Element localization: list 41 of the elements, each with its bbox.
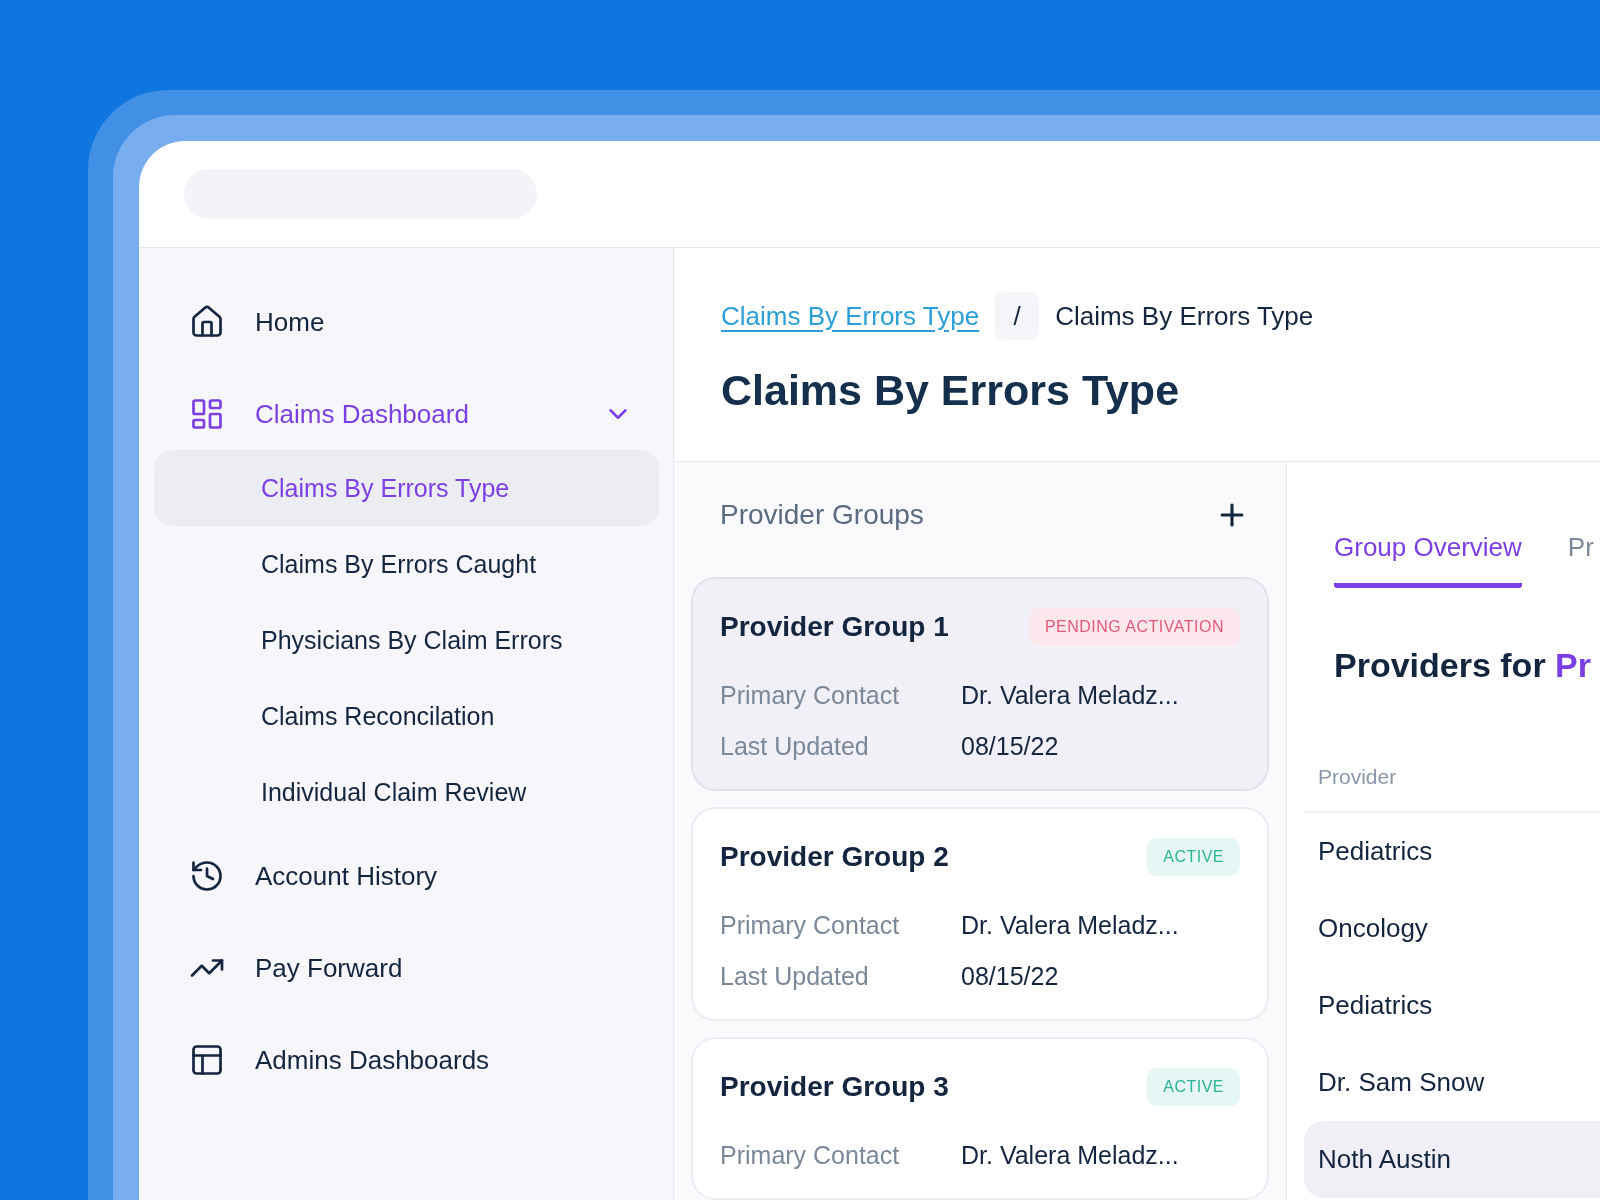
breadcrumb-separator: /: [995, 292, 1040, 340]
sidebar-subitem[interactable]: Claims By Errors Caught: [154, 526, 659, 602]
card-title: Provider Group 1: [720, 611, 949, 643]
provider-group-card[interactable]: Provider Group 2 ACTIVE Primary Contact Dr. Valera Meladz... Last Updated 08/15/22: [691, 807, 1269, 1021]
field-value: Dr. Valera Meladz...: [961, 681, 1180, 710]
home-icon: [189, 304, 225, 340]
field-label: Primary Contact: [720, 681, 901, 710]
field-value: 08/15/22: [961, 732, 1060, 761]
sidebar-subitem[interactable]: Physicians By Claim Errors: [154, 602, 659, 678]
tab[interactable]: Group Overview: [1334, 532, 1522, 588]
field-label: Primary Contact: [720, 1141, 901, 1170]
sidebar-item[interactable]: Home: [139, 276, 673, 368]
breadcrumb-current: Claims By Errors Type: [1055, 300, 1314, 332]
status-badge: PENDING ACTIVATION: [1028, 608, 1240, 646]
sidebar-subitem[interactable]: Claims By Errors Type: [154, 450, 659, 526]
dashboard-icon: [189, 396, 225, 432]
section-heading: Providers for Pr: [1334, 646, 1592, 685]
field-label: Last Updated: [720, 962, 870, 991]
provider-group-card[interactable]: Provider Group 1 PENDING ACTIVATION Primary Contact Dr. Valera Meladz... Last Updated 08/15/22: [691, 577, 1269, 791]
column-header: Provider: [1318, 765, 1397, 788]
section-title: Provider Groups: [720, 498, 924, 531]
table-row[interactable]: Noth Austin: [1304, 1121, 1600, 1198]
sidebar-item[interactable]: Account History: [139, 830, 673, 922]
field-label: Primary Contact: [720, 911, 901, 940]
sidebar-subitem[interactable]: Claims Reconcilation: [154, 678, 659, 754]
card-title: Provider Group 3: [720, 1071, 949, 1103]
card-title: Provider Group 2: [720, 841, 949, 873]
status-badge: ACTIVE: [1147, 1068, 1240, 1106]
sidebar-item[interactable]: Admins Dashboards: [139, 1014, 673, 1106]
tab[interactable]: Pr: [1567, 532, 1594, 588]
field-value: Dr. Valera Meladz...: [961, 1141, 1180, 1170]
layout-icon: [189, 1042, 225, 1078]
status-badge: ACTIVE: [1147, 838, 1240, 876]
sidebar-item[interactable]: Pay Forward: [139, 922, 673, 1014]
page-title: Claims By Errors Type: [721, 366, 1181, 415]
field-label: Last Updated: [720, 732, 870, 761]
history-icon: [189, 858, 225, 894]
field-value: Dr. Valera Meladz...: [961, 911, 1180, 940]
field-value: 08/15/22: [961, 962, 1060, 991]
provider-group-card[interactable]: Provider Group 3 ACTIVE Primary Contact Dr. Valera Meladz...: [691, 1037, 1269, 1200]
sidebar-subitem[interactable]: Individual Claim Review: [154, 754, 659, 830]
